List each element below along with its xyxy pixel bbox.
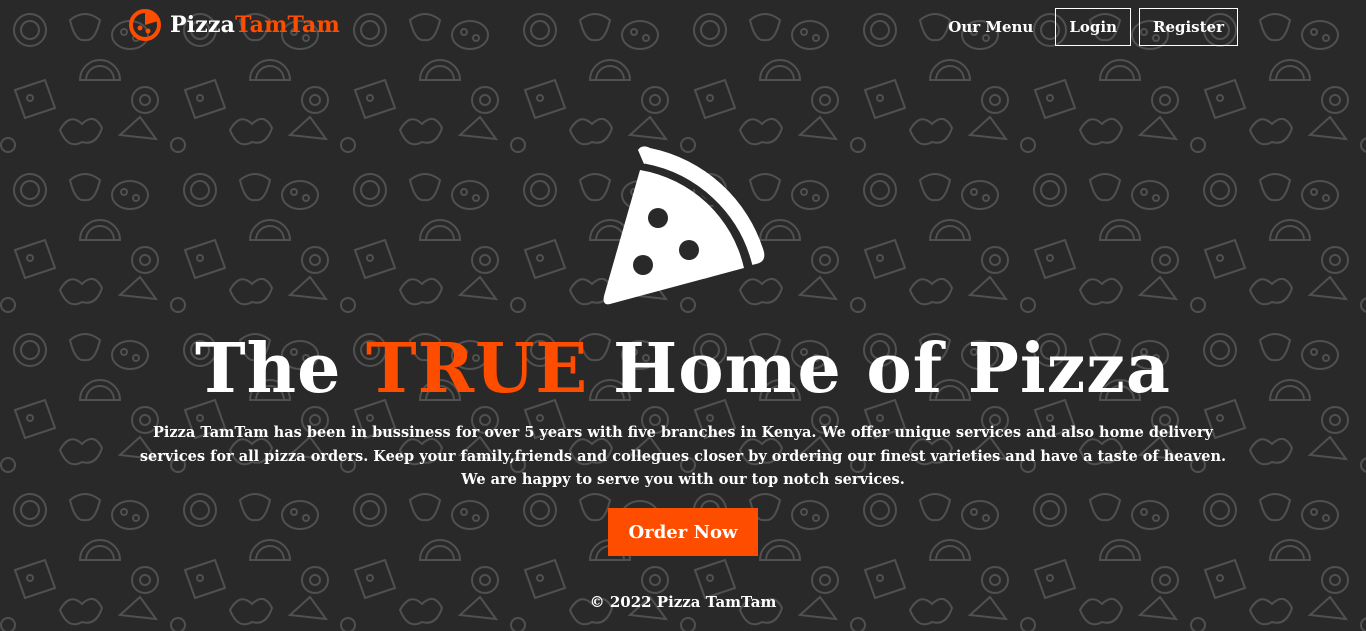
brand-name-part2: TamTam: [235, 12, 340, 38]
navbar: PizzaTamTam Our Menu Login Register: [0, 0, 1366, 54]
nav-register-button[interactable]: Register: [1138, 8, 1238, 46]
brand-name-part1: Pizza: [170, 12, 236, 38]
nav-login-button[interactable]: Login: [1055, 8, 1131, 46]
headline-part2: Home of Pizza: [588, 329, 1171, 409]
headline-part1: The: [195, 329, 367, 409]
nav-links: Our Menu Login Register: [934, 8, 1238, 46]
footer-copyright: © 2022 Pizza TamTam: [589, 593, 777, 611]
nav-our-menu-link[interactable]: Our Menu: [934, 8, 1047, 46]
hero-section: The TRUE Home of Pizza Pizza TamTam has …: [0, 0, 1366, 631]
pizza-slice-icon: [603, 146, 765, 305]
brand-name: PizzaTamTam: [170, 12, 340, 38]
pizza-icon: [128, 8, 162, 42]
headline-accent: TRUE: [366, 329, 589, 409]
hero-headline: The TRUE Home of Pizza: [0, 326, 1366, 412]
order-now-button[interactable]: Order Now: [608, 508, 758, 556]
brand-logo-link[interactable]: PizzaTamTam: [128, 8, 340, 42]
hero-description: Pizza TamTam has been in bussiness for o…: [139, 424, 1227, 488]
